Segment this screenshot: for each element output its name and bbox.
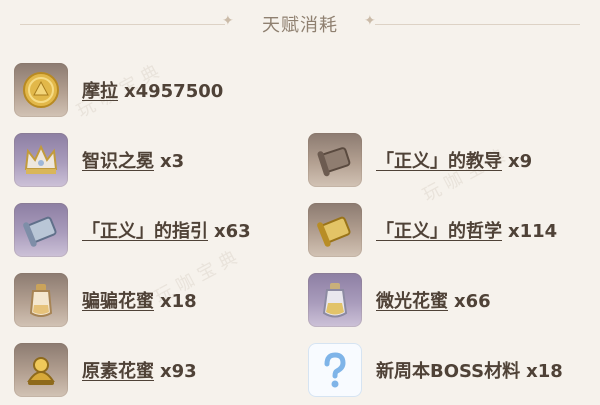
material-name[interactable]: 「正义」的哲学 bbox=[376, 221, 502, 242]
nectar-bottle-icon bbox=[14, 273, 68, 327]
crown-icon bbox=[14, 133, 68, 187]
material-item-energy-nectar[interactable]: 原素花蜜 x93 bbox=[14, 342, 197, 398]
material-qty: x114 bbox=[508, 221, 558, 242]
material-item-crown[interactable]: 智识之冕 x3 bbox=[14, 132, 184, 188]
scroll-icon bbox=[308, 133, 362, 187]
section-header: ✦ 天赋消耗 ✦ bbox=[0, 0, 600, 48]
material-name[interactable]: 「正义」的教导 bbox=[376, 151, 502, 172]
material-qty: x18 bbox=[526, 361, 563, 382]
header-divider-right bbox=[375, 24, 580, 25]
material-name[interactable]: 原素花蜜 bbox=[82, 361, 154, 382]
material-qty: x9 bbox=[508, 151, 533, 172]
material-qty: x63 bbox=[214, 221, 251, 242]
material-name[interactable]: 骗骗花蜜 bbox=[82, 291, 154, 312]
material-item-teachings[interactable]: 「正义」的教导 x9 bbox=[308, 132, 532, 188]
material-qty: x66 bbox=[454, 291, 491, 312]
material-item-mora[interactable]: 摩拉 x4957500 bbox=[14, 62, 223, 118]
material-item-guide[interactable]: 「正义」的指引 x63 bbox=[14, 202, 251, 258]
material-qty: x93 bbox=[160, 361, 197, 382]
material-name[interactable]: 微光花蜜 bbox=[376, 291, 448, 312]
material-item-philosophies[interactable]: 「正义」的哲学 x114 bbox=[308, 202, 557, 258]
material-name[interactable]: 摩拉 bbox=[82, 81, 118, 102]
material-item-weekly-boss[interactable]: 新周本BOSS材料 x18 bbox=[308, 342, 563, 398]
sparkle-icon: ✦ bbox=[364, 13, 376, 29]
golden-scroll-icon bbox=[308, 203, 362, 257]
material-qty: x4957500 bbox=[124, 81, 224, 102]
energy-nectar-icon bbox=[14, 343, 68, 397]
material-name[interactable]: 「正义」的指引 bbox=[82, 221, 208, 242]
mora-coin-icon bbox=[14, 63, 68, 117]
question-mark-icon bbox=[308, 343, 362, 397]
material-qty: x3 bbox=[160, 151, 185, 172]
material-item-shimmering-nectar[interactable]: 微光花蜜 x66 bbox=[308, 272, 491, 328]
material-name: 新周本BOSS材料 bbox=[376, 361, 521, 382]
scroll-icon bbox=[14, 203, 68, 257]
shimmer-nectar-icon bbox=[308, 273, 362, 327]
material-item-nectar[interactable]: 骗骗花蜜 x18 bbox=[14, 272, 197, 328]
material-name[interactable]: 智识之冕 bbox=[82, 151, 154, 172]
material-qty: x18 bbox=[160, 291, 197, 312]
